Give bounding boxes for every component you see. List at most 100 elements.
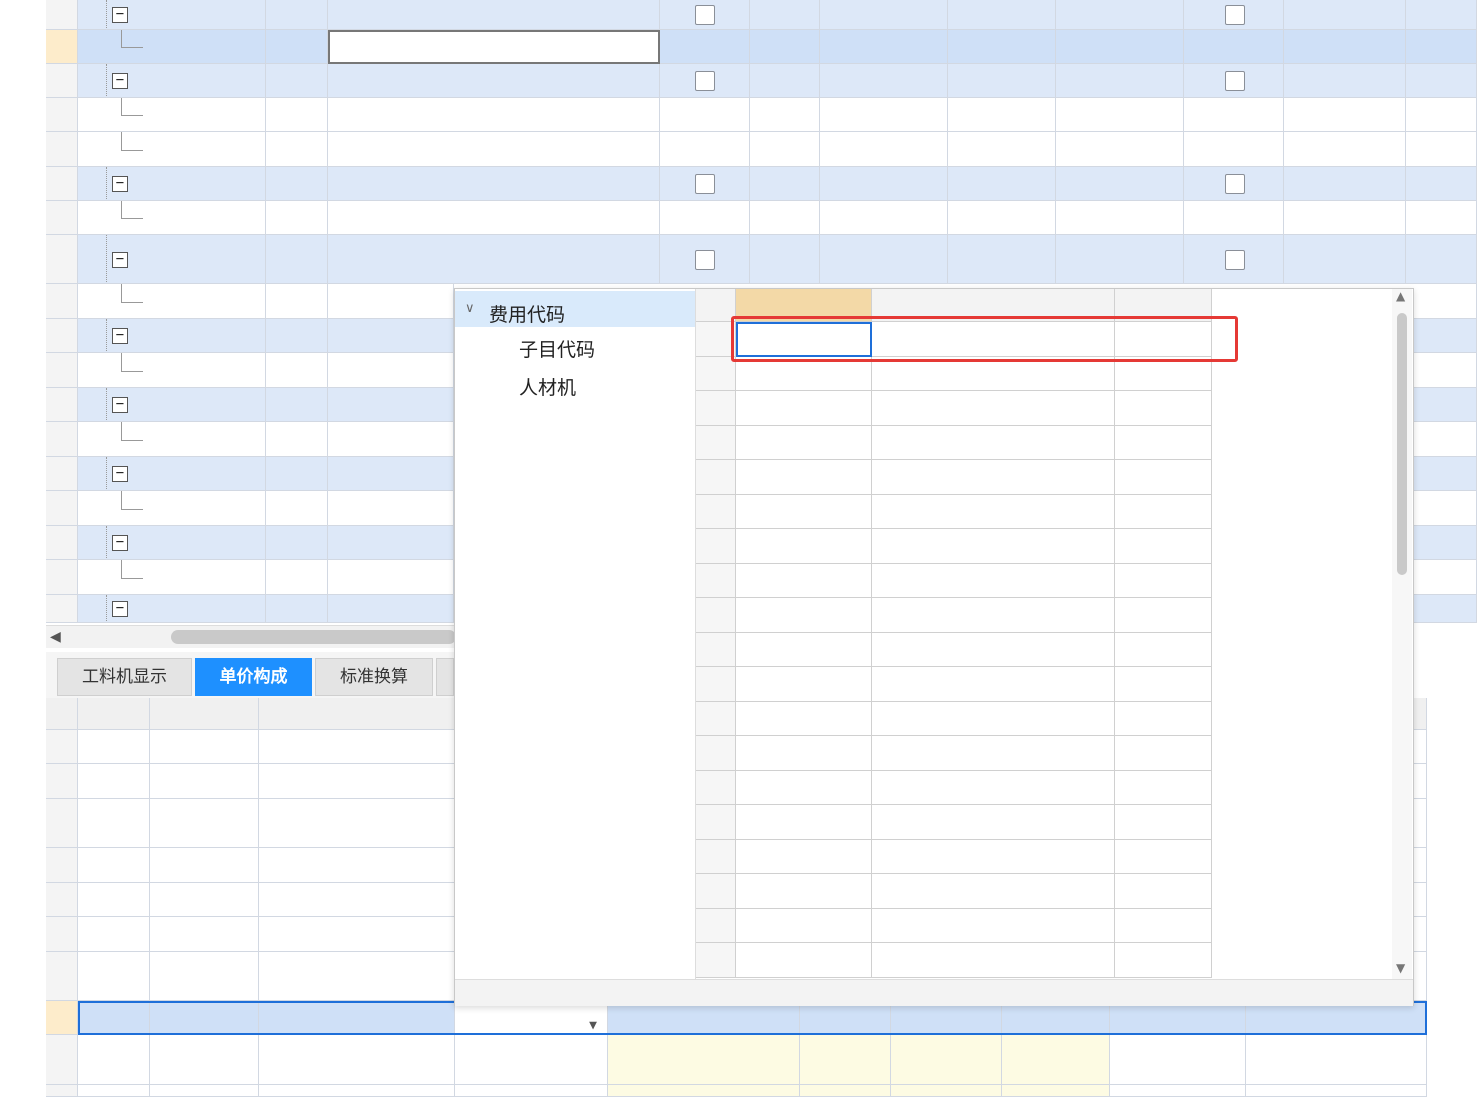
fee-code[interactable] (736, 805, 872, 840)
fee-name-cell[interactable] (259, 1001, 455, 1035)
fee-row[interactable] (696, 632, 1212, 667)
table-row[interactable] (0, 132, 1477, 167)
fee-code[interactable] (736, 874, 872, 909)
row-checkbox[interactable] (695, 249, 715, 270)
collapse-icon[interactable]: − (112, 7, 128, 23)
fee-code-cell[interactable] (150, 917, 259, 952)
code-cell[interactable] (78, 284, 266, 319)
code-cell[interactable]: − (78, 319, 266, 353)
table-row[interactable]: − (0, 64, 1477, 98)
fee-row[interactable] (696, 701, 1212, 736)
tree-node-fee-code[interactable]: ∨ 费用代码 (455, 291, 695, 327)
collapse-icon[interactable]: − (112, 73, 128, 89)
scroll-up-icon[interactable]: ▲ (1396, 289, 1405, 303)
code-cell[interactable]: − (78, 167, 266, 201)
scroll-down-icon[interactable]: ▼ (1396, 961, 1405, 975)
fee-code[interactable] (736, 736, 872, 771)
fee-code-cell[interactable] (150, 1035, 259, 1085)
fee-code[interactable] (736, 908, 872, 943)
code-cell[interactable]: − (78, 457, 266, 491)
code-cell[interactable]: − (78, 388, 266, 422)
fee-name-cell[interactable] (259, 730, 455, 764)
fee-code-cell[interactable] (150, 799, 259, 848)
name-cell[interactable] (328, 167, 660, 201)
fee-row[interactable] (696, 356, 1212, 391)
fee-row[interactable] (696, 770, 1212, 805)
fee-code[interactable] (736, 598, 872, 633)
fee-row[interactable] (696, 529, 1212, 564)
fee-row[interactable] (696, 494, 1212, 529)
name-cell[interactable] (328, 319, 454, 353)
fee-code[interactable] (736, 322, 872, 357)
name-cell[interactable] (328, 526, 454, 560)
fee-row[interactable] (696, 667, 1212, 702)
fee-row[interactable] (696, 563, 1212, 598)
table-row[interactable] (0, 201, 1477, 235)
name-cell[interactable] (328, 30, 660, 64)
row-checkbox[interactable] (695, 71, 715, 91)
name-cell[interactable] (328, 595, 454, 623)
row-checkbox[interactable] (695, 174, 715, 194)
expr-cell[interactable]: ▼ (455, 1001, 608, 1035)
code-cell[interactable]: − (78, 526, 266, 560)
fee-name-cell[interactable] (259, 764, 455, 799)
fee-row[interactable] (696, 805, 1212, 840)
collapse-icon[interactable]: − (112, 535, 128, 551)
fee-name-cell[interactable] (259, 1035, 455, 1085)
collapse-icon[interactable]: − (112, 328, 128, 344)
scrollbar-thumb[interactable] (171, 630, 456, 644)
code-cell[interactable] (78, 30, 266, 64)
name-cell[interactable] (328, 491, 454, 526)
code-cell[interactable]: − (78, 64, 266, 98)
name-cell[interactable] (328, 284, 454, 319)
horizontal-scrollbar[interactable]: ◀ (46, 625, 456, 648)
code-cell[interactable] (78, 98, 266, 132)
fee-row[interactable] (696, 460, 1212, 495)
popup-scrollbar-thumb[interactable] (1397, 313, 1407, 575)
fee-code[interactable] (736, 943, 872, 978)
name-cell[interactable] (328, 132, 660, 167)
fee-code[interactable] (736, 460, 872, 495)
collapse-icon[interactable]: − (112, 397, 128, 413)
fee-row[interactable] (696, 736, 1212, 771)
fee-name-cell[interactable] (259, 917, 455, 952)
fee-row[interactable] (696, 598, 1212, 633)
table-row[interactable]: − (0, 235, 1477, 284)
table-row[interactable]: ▼ (0, 1001, 1477, 1035)
fee-code[interactable] (736, 425, 872, 460)
expr-cell[interactable] (455, 1035, 608, 1085)
fee-code[interactable] (736, 701, 872, 736)
fee-code-cell[interactable] (150, 848, 259, 883)
fee-code[interactable] (736, 563, 872, 598)
code-cell[interactable]: − (78, 0, 266, 30)
fee-row[interactable] (696, 943, 1212, 978)
fee-code-cell[interactable] (150, 730, 259, 764)
fee-code[interactable] (736, 667, 872, 702)
fee-name-cell[interactable] (259, 848, 455, 883)
fee-name-cell[interactable] (259, 799, 455, 848)
tab-standard-conversion[interactable]: 标准换算 (315, 658, 433, 696)
row-checkbox-2[interactable] (1225, 5, 1245, 25)
name-cell[interactable] (328, 353, 454, 388)
popup-vertical-scrollbar[interactable]: ▲ ▼ (1392, 289, 1412, 979)
name-cell[interactable] (328, 64, 660, 98)
tree-node-subitem-code[interactable]: 子目代码 (519, 335, 595, 362)
table-row[interactable]: − (0, 0, 1477, 30)
tab-unit-price[interactable]: 单价构成 (195, 658, 312, 696)
code-cell[interactable] (78, 201, 266, 235)
fee-name-cell[interactable] (259, 883, 455, 917)
fee-code[interactable] (736, 839, 872, 874)
fee-row[interactable] (696, 874, 1212, 909)
fee-row[interactable] (696, 425, 1212, 460)
code-cell[interactable] (78, 422, 266, 457)
row-checkbox[interactable] (695, 5, 715, 25)
code-cell[interactable] (78, 560, 266, 595)
row-checkbox-2[interactable] (1225, 71, 1245, 91)
fee-row[interactable] (696, 839, 1212, 874)
collapse-icon[interactable]: − (112, 251, 128, 268)
collapse-icon[interactable]: − (112, 601, 128, 617)
dropdown-icon[interactable]: ▼ (589, 1009, 597, 1034)
tab-material-display[interactable]: 工料机显示 (57, 658, 192, 696)
name-cell[interactable] (328, 0, 660, 30)
name-cell[interactable] (328, 457, 454, 491)
